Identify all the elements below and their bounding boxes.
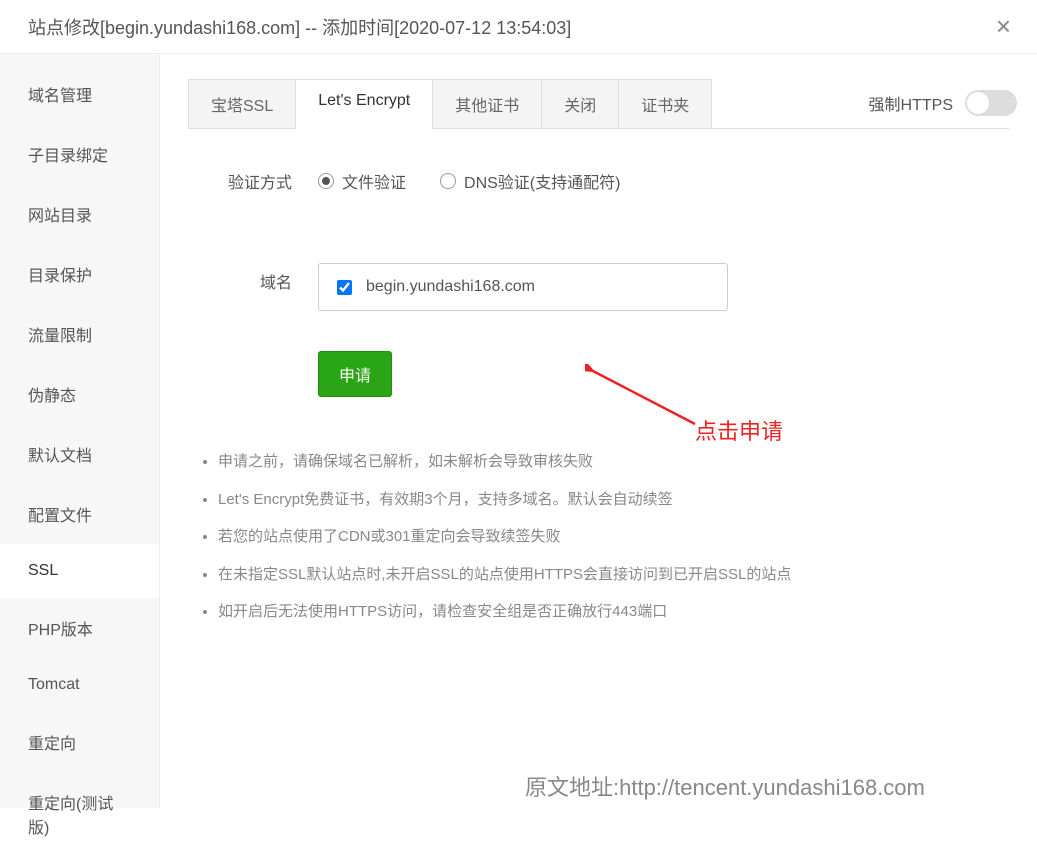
apply-button[interactable]: 申请	[318, 351, 392, 397]
modal-header: 站点修改[begin.yundashi168.com] -- 添加时间[2020…	[0, 0, 1037, 54]
tab-cert-folder[interactable]: 证书夹	[618, 79, 712, 129]
footer-source: 原文地址:http://tencent.yundashi168.com	[525, 770, 925, 802]
domain-label: 域名	[188, 263, 318, 293]
annotation-text: 点击申请	[695, 414, 783, 446]
force-https-toggle[interactable]	[965, 90, 1017, 116]
sidebar-item-tomcat[interactable]: Tomcat	[0, 658, 159, 712]
force-https-label: 强制HTTPS	[869, 91, 953, 115]
radio-group: 文件验证 DNS验证(支持通配符)	[318, 163, 620, 193]
tab-lets-encrypt[interactable]: Let's Encrypt	[295, 79, 433, 129]
domain-row: 域名 begin.yundashi168.com	[188, 263, 1009, 311]
notes-list: 申请之前，请确保域名已解析，如未解析会导致审核失败 Let's Encrypt免…	[188, 443, 1009, 631]
sidebar-item-redirect[interactable]: 重定向	[0, 712, 159, 772]
sidebar-item-site-dir[interactable]: 网站目录	[0, 184, 159, 244]
note-item: Let's Encrypt免费证书，有效期3个月，支持多域名。默认会自动续签	[218, 481, 1009, 519]
domain-checkbox[interactable]	[337, 280, 352, 295]
radio-file-label: 文件验证	[342, 169, 406, 193]
sidebar-item-subdir-bind[interactable]: 子目录绑定	[0, 124, 159, 184]
note-item: 若您的站点使用了CDN或301重定向会导致续签失败	[218, 518, 1009, 556]
note-item: 如开启后无法使用HTTPS访问，请检查安全组是否正确放行443端口	[218, 593, 1009, 631]
sidebar-item-config-file[interactable]: 配置文件	[0, 484, 159, 544]
modal-body: 域名管理 子目录绑定 网站目录 目录保护 流量限制 伪静态 默认文档 配置文件 …	[0, 54, 1037, 808]
tab-close[interactable]: 关闭	[541, 79, 619, 129]
force-https-row: 强制HTTPS	[869, 90, 1017, 116]
sidebar: 域名管理 子目录绑定 网站目录 目录保护 流量限制 伪静态 默认文档 配置文件 …	[0, 54, 160, 808]
sidebar-item-traffic-limit[interactable]: 流量限制	[0, 304, 159, 364]
content-panel: 宝塔SSL Let's Encrypt 其他证书 关闭 证书夹 强制HTTPS …	[160, 54, 1037, 808]
tab-other-cert[interactable]: 其他证书	[432, 79, 542, 129]
sidebar-item-ssl[interactable]: SSL	[0, 544, 159, 598]
radio-circle-icon	[318, 173, 334, 189]
radio-dns-verify[interactable]: DNS验证(支持通配符)	[440, 169, 620, 193]
close-icon[interactable]: ×	[990, 11, 1017, 42]
tab-bt-ssl[interactable]: 宝塔SSL	[188, 79, 296, 129]
verify-label: 验证方式	[188, 163, 318, 193]
note-item: 申请之前，请确保域名已解析，如未解析会导致审核失败	[218, 443, 1009, 481]
note-item: 在未指定SSL默认站点时,未开启SSL的站点使用HTTPS会直接访问到已开启SS…	[218, 556, 1009, 594]
radio-file-verify[interactable]: 文件验证	[318, 169, 406, 193]
sidebar-item-domain-mgmt[interactable]: 域名管理	[0, 64, 159, 124]
modal-title: 站点修改[begin.yundashi168.com] -- 添加时间[2020…	[28, 14, 571, 40]
toggle-knob	[967, 92, 989, 114]
radio-dns-label: DNS验证(支持通配符)	[464, 169, 620, 193]
sidebar-item-pseudo-static[interactable]: 伪静态	[0, 364, 159, 424]
verify-method-row: 验证方式 文件验证 DNS验证(支持通配符)	[188, 163, 1009, 193]
sidebar-item-dir-protect[interactable]: 目录保护	[0, 244, 159, 304]
radio-circle-icon	[440, 173, 456, 189]
sidebar-item-default-doc[interactable]: 默认文档	[0, 424, 159, 484]
sidebar-item-redirect-beta[interactable]: 重定向(测试版)	[0, 772, 159, 856]
domain-value: begin.yundashi168.com	[366, 278, 535, 296]
sidebar-item-php-ver[interactable]: PHP版本	[0, 598, 159, 658]
domain-select-box: begin.yundashi168.com	[318, 263, 728, 311]
